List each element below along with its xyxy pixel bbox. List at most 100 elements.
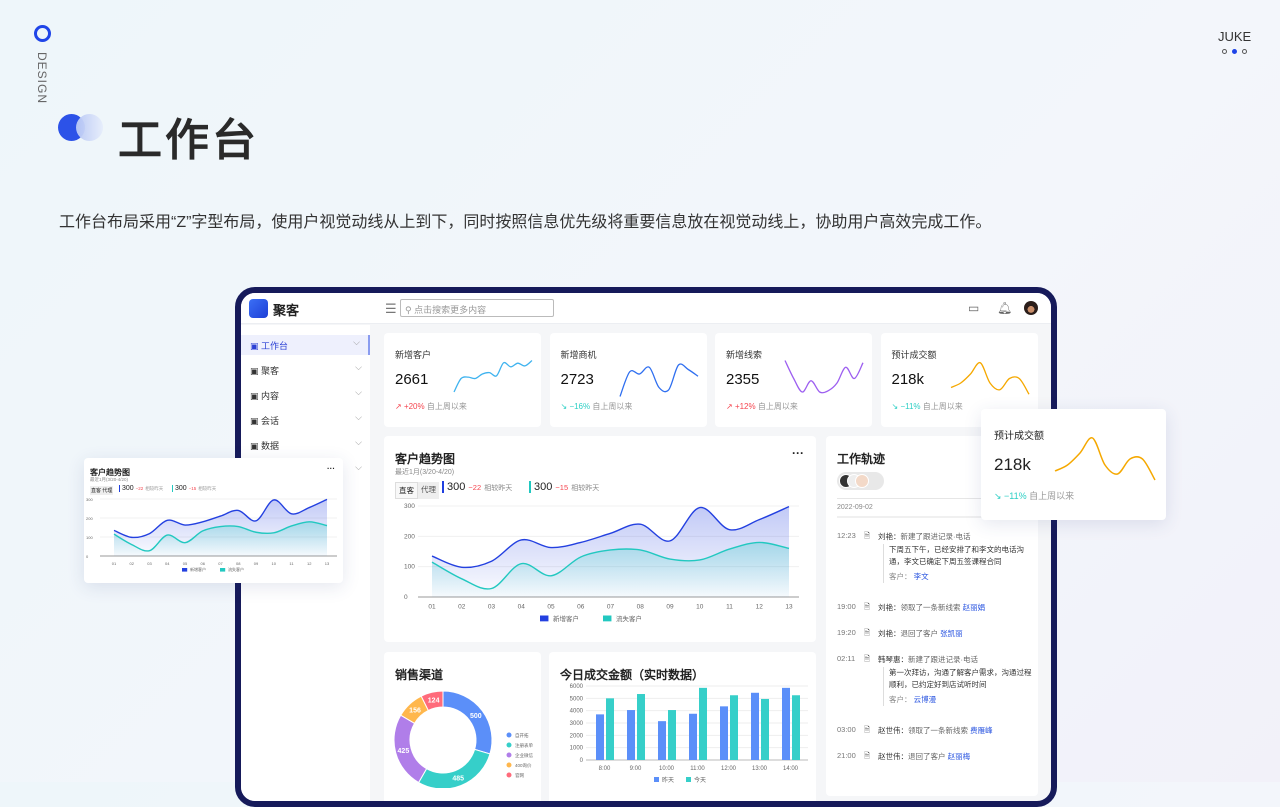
float-stat-new: 300 −22 相较昨天 — [119, 485, 163, 492]
title-dot-icon — [76, 114, 103, 141]
legend-swatch — [686, 777, 691, 782]
trend-card: 客户趋势图 最近1月(3/20-4/20) ··· 直客 代理 300 −22 … — [384, 436, 816, 642]
bar-今天 — [668, 710, 676, 760]
client-link[interactable]: 云博漫 — [914, 695, 937, 704]
y-tick-label: 0 — [86, 554, 89, 559]
more-icon[interactable]: ··· — [327, 464, 335, 473]
entry-user: 刘艳： — [878, 603, 901, 612]
x-tick-label: 14:00 — [783, 766, 799, 772]
page-dot-active[interactable] — [1232, 49, 1237, 54]
sidebar-item-label: 聚客 — [261, 366, 279, 376]
bell-icon[interactable]: 🔔︎ — [997, 301, 1012, 315]
kpi-value: 2661 — [395, 371, 428, 388]
chevron-down-icon: ⌵ — [355, 387, 362, 398]
sidebar-item-3[interactable]: ▣ 会话⌵ — [241, 410, 370, 430]
entry-user: 韩琴惠： — [878, 655, 908, 664]
y-tick-label: 0 — [580, 758, 584, 764]
more-icon[interactable]: ··· — [792, 446, 804, 460]
floating-kpi-card: 预计成交额 218k ↘ −11% 自上周以来 — [981, 409, 1166, 520]
y-tick-label: 3000 — [570, 721, 584, 727]
message-icon[interactable]: ▭ — [968, 301, 979, 315]
x-tick-label: 12 — [756, 604, 764, 611]
legend-swatch — [654, 777, 659, 782]
sales-channel-card: 销售渠道 500自开拓485注册表单425企业微信156400询价124官网 — [384, 652, 541, 807]
bar-昨天 — [627, 710, 635, 760]
sidebar-item-label: 工作台 — [261, 341, 288, 351]
chevron-down-icon: ⌵ — [355, 462, 362, 473]
page-dots[interactable] — [1222, 49, 1247, 54]
entry-link[interactable]: 张凯丽 — [940, 629, 963, 638]
stat-new: 300 −22 相较昨天 — [442, 481, 512, 493]
x-tick-label: 11 — [726, 604, 733, 611]
legend-label: 企业微信 — [515, 752, 533, 759]
sidebar-item-label: 数据 — [261, 441, 279, 451]
y-tick-label: 0 — [404, 594, 408, 601]
kpi-sparkline — [949, 355, 1031, 405]
trend-title: 客户趋势图 — [395, 450, 455, 467]
entry-user: 赵世伟： — [878, 752, 908, 761]
x-tick-label: 12:00 — [721, 766, 737, 772]
entry-link[interactable]: 赵丽梅 — [948, 752, 971, 761]
page-dot[interactable] — [1242, 49, 1247, 54]
x-tick-label: 11 — [289, 561, 294, 566]
legend-label: 昨天 — [662, 776, 674, 784]
legend-label: 官网 — [515, 772, 524, 779]
monitor-icon: ▣ — [250, 341, 261, 351]
x-tick-label: 08 — [236, 561, 241, 566]
chevron-down-icon: ⌵ — [355, 362, 362, 373]
avatar-group[interactable] — [837, 472, 884, 490]
bar-昨天 — [782, 688, 790, 760]
avatar[interactable] — [1024, 301, 1038, 315]
entry-time: 19:20 — [837, 628, 856, 637]
page-description: 工作台布局采用“Z”字型布局，使用户视觉动线从上到下，同时按照信息优先级将重要信… — [59, 208, 991, 232]
kpi-sparkline — [452, 355, 534, 405]
avatar[interactable] — [855, 474, 869, 488]
x-tick-label: 11:00 — [690, 766, 705, 772]
slice-label: 425 — [398, 748, 410, 755]
entry-time: 02:11 — [837, 654, 855, 663]
legend-swatch — [182, 568, 187, 572]
x-tick-label: 13:00 — [752, 766, 768, 772]
x-tick-label: 05 — [547, 604, 555, 611]
document-icon: 🗎︎ — [864, 653, 870, 666]
legend-label: 新增客户 — [190, 566, 206, 572]
sidebar-item-4[interactable]: ▣ 数据⌵ — [241, 435, 370, 455]
entry-link[interactable]: 赵丽娟 — [963, 603, 986, 612]
entry-action: 退回了客户 — [908, 752, 946, 761]
worktrack-title: 工作轨迹 — [837, 450, 885, 467]
brand: JUKE — [1218, 29, 1251, 44]
menu-icon[interactable]: ☰ — [385, 301, 397, 317]
sidebar-item-1[interactable]: ▣ 聚客 ⌵ — [241, 360, 370, 380]
x-tick-label: 01 — [112, 561, 117, 566]
float-stat-lost: 300 −15 相较昨天 — [172, 485, 216, 492]
kpi-value: 218k — [892, 371, 925, 388]
y-tick-label: 200 — [86, 516, 93, 521]
bar-今天 — [699, 688, 707, 760]
floating-trend-card: 客户趋势图 最近1月(3/20-4/20) ··· 直客 代理 300 −22 … — [84, 458, 343, 583]
bar-今天 — [761, 699, 769, 760]
x-tick-label: 06 — [201, 561, 206, 566]
kpi-label: 预计成交额 — [892, 348, 937, 361]
chevron-down-icon: ⌵ — [355, 437, 362, 448]
x-tick-label: 09 — [666, 604, 674, 611]
y-tick-label: 4000 — [570, 709, 584, 715]
x-tick-label: 08 — [637, 604, 645, 611]
client-link[interactable]: 李文 — [914, 572, 929, 581]
sidebar-item-2[interactable]: ▣ 内容⌵ — [241, 385, 370, 405]
float-kpi-value: 218k — [994, 455, 1031, 475]
float-trend-chart: 010020030001020304050607080910111213新增客户… — [84, 494, 343, 580]
entry-user: 刘艳： — [878, 532, 901, 541]
entry-link[interactable]: 费雁峰 — [970, 726, 993, 735]
search-input[interactable]: ⚲ 点击搜索更多内容 — [400, 299, 554, 317]
kpi-label: 新增客户 — [395, 348, 431, 361]
legend-label: 今天 — [694, 776, 706, 784]
sidebar-item-0[interactable]: ▣ 工作台⌵ — [241, 335, 370, 355]
document-icon: 🗎︎ — [864, 750, 870, 763]
page-dot[interactable] — [1222, 49, 1227, 54]
bar-今天 — [792, 695, 800, 760]
app-header: 聚客 ☰ ⚲ 点击搜索更多内容 ▭ 🔔︎ — [241, 293, 1051, 324]
deal-amount-card: 今日成交金额（实时数据） 01000200030004000500060008:… — [549, 652, 816, 807]
kpi-label: 新增商机 — [561, 348, 597, 361]
user-icon: ▣ — [250, 366, 261, 376]
bar-昨天 — [596, 714, 604, 760]
